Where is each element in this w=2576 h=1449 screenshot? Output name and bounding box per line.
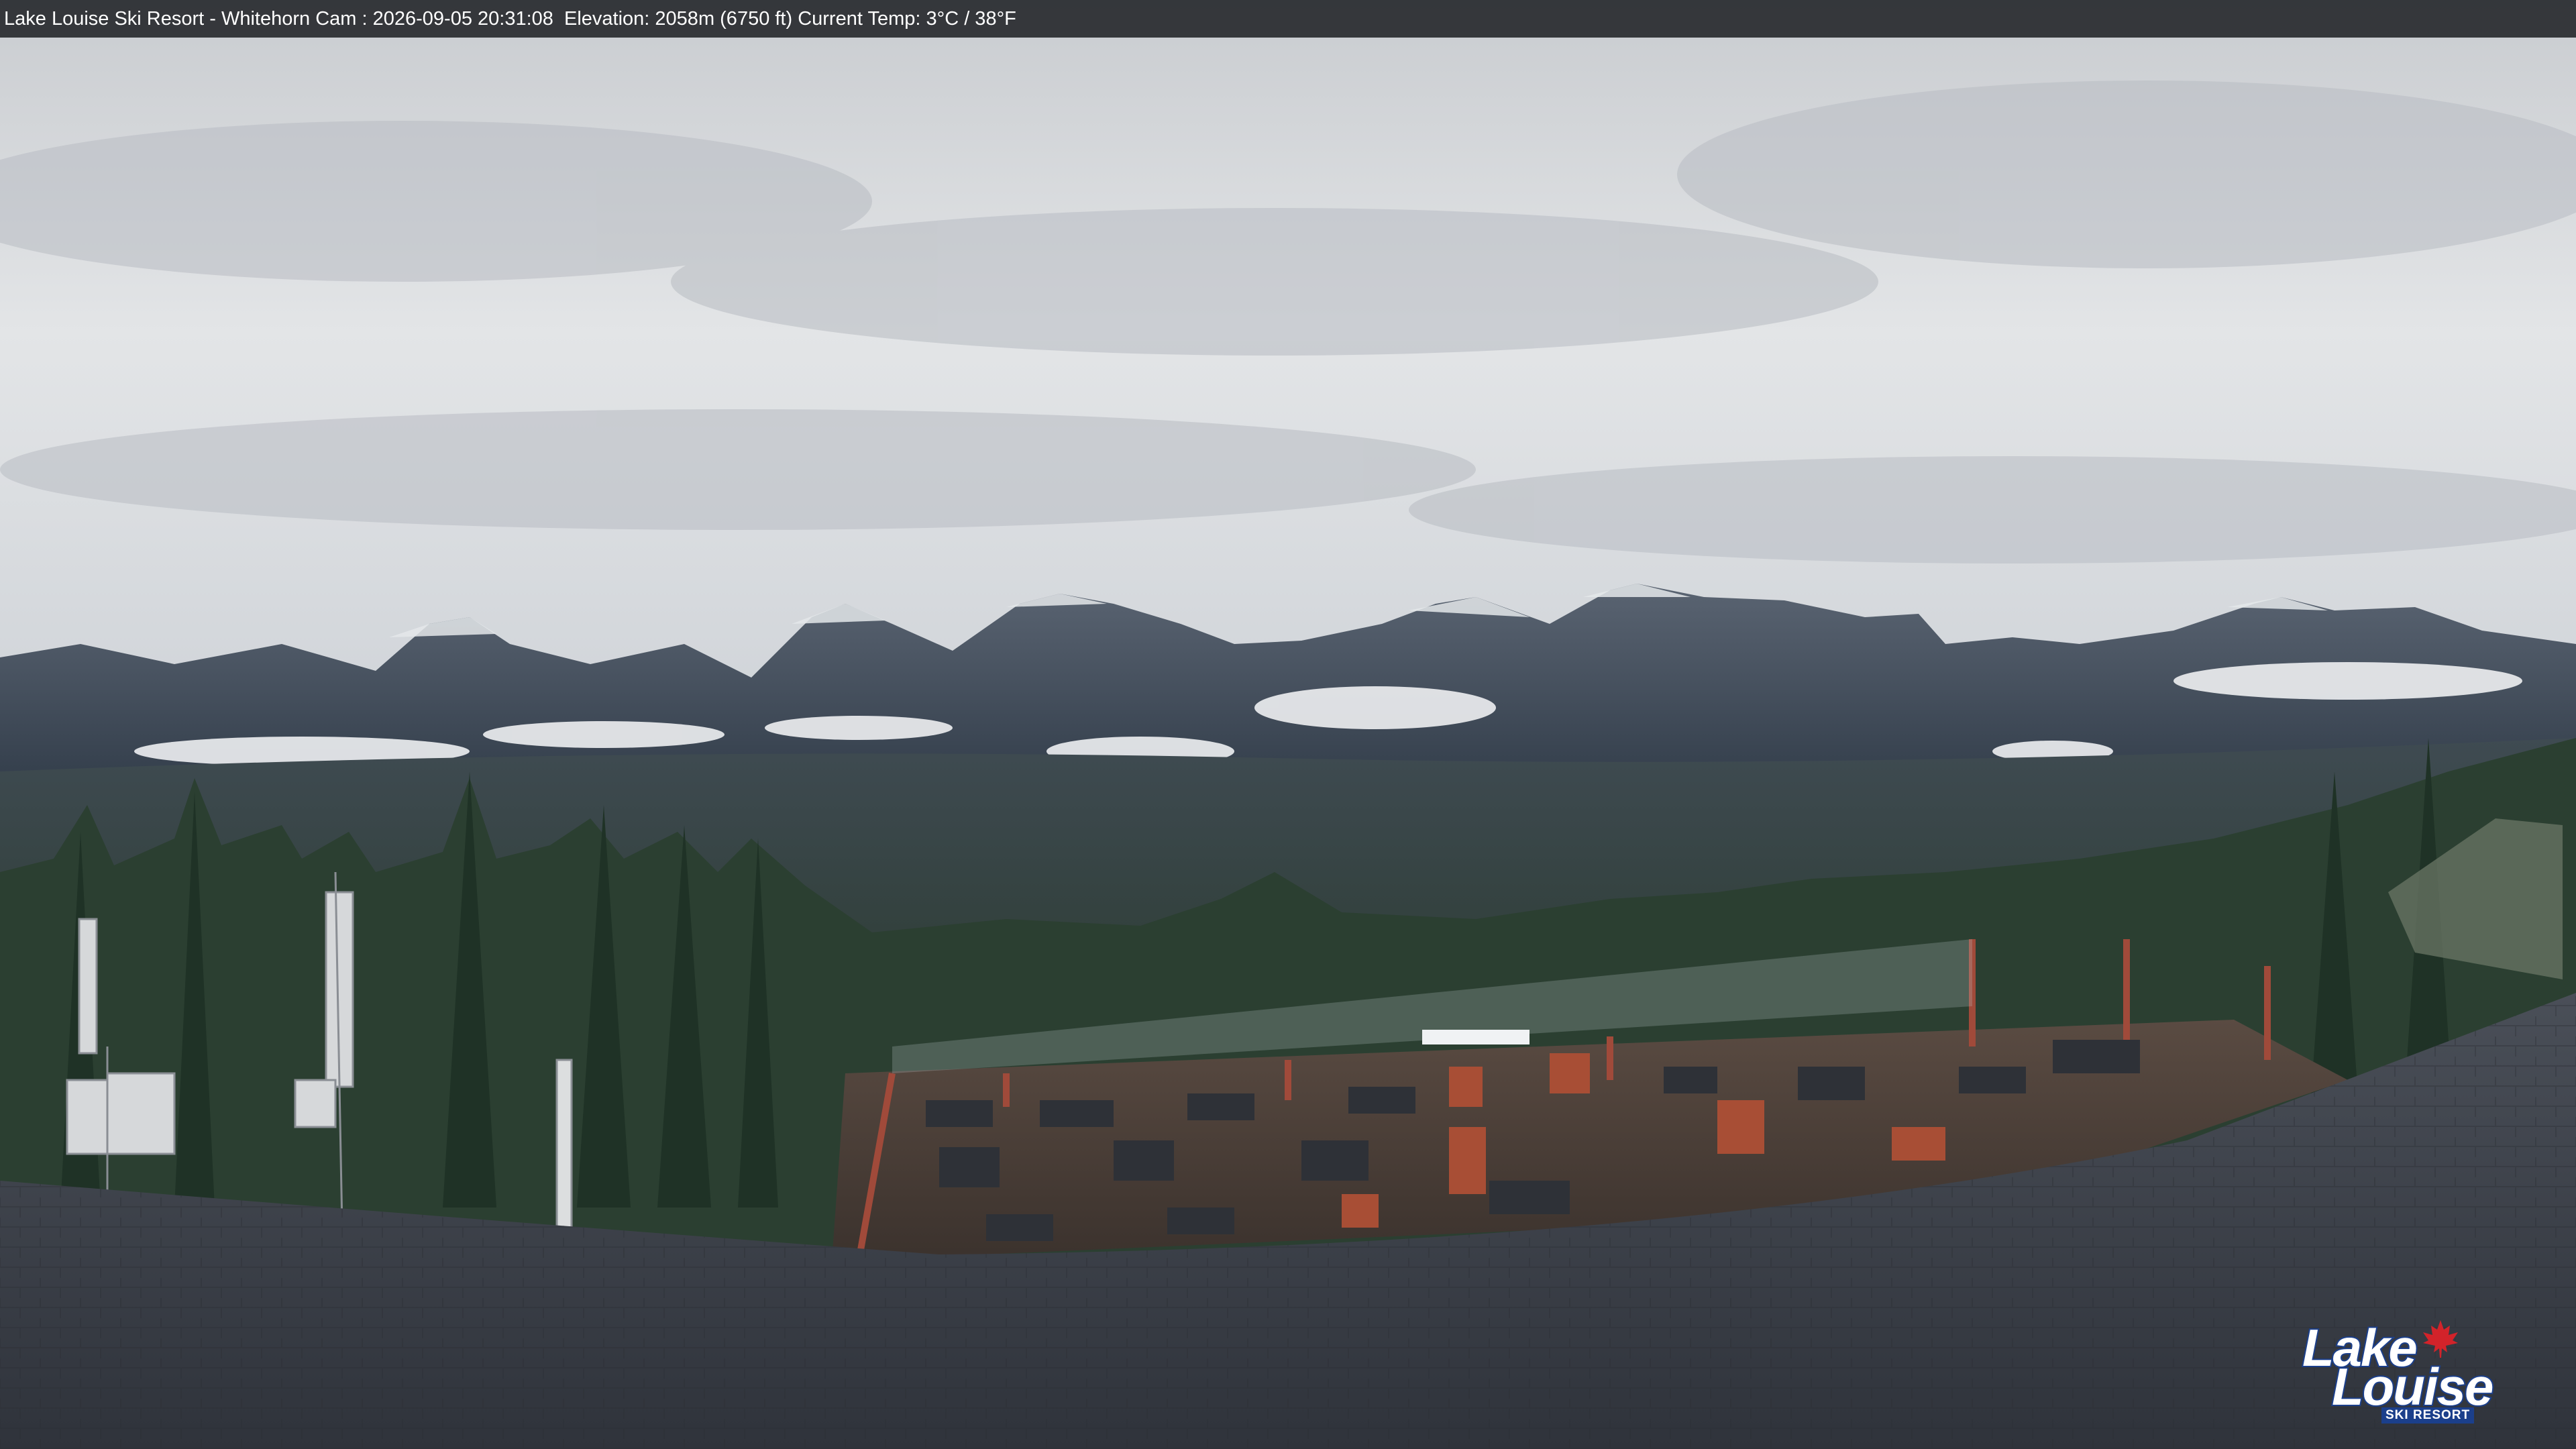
webcam-caption: Lake Louise Ski Resort - Whitehorn Cam :… [0, 0, 2576, 38]
logo-tagline: SKI RESORT [2381, 1407, 2475, 1424]
maple-leaf-icon [2423, 1320, 2458, 1358]
deck-sign [1422, 1030, 1529, 1044]
lake-louise-logo: Lake Louise SKI RESORT [2301, 1317, 2504, 1425]
webcam-scene [0, 0, 2576, 1449]
